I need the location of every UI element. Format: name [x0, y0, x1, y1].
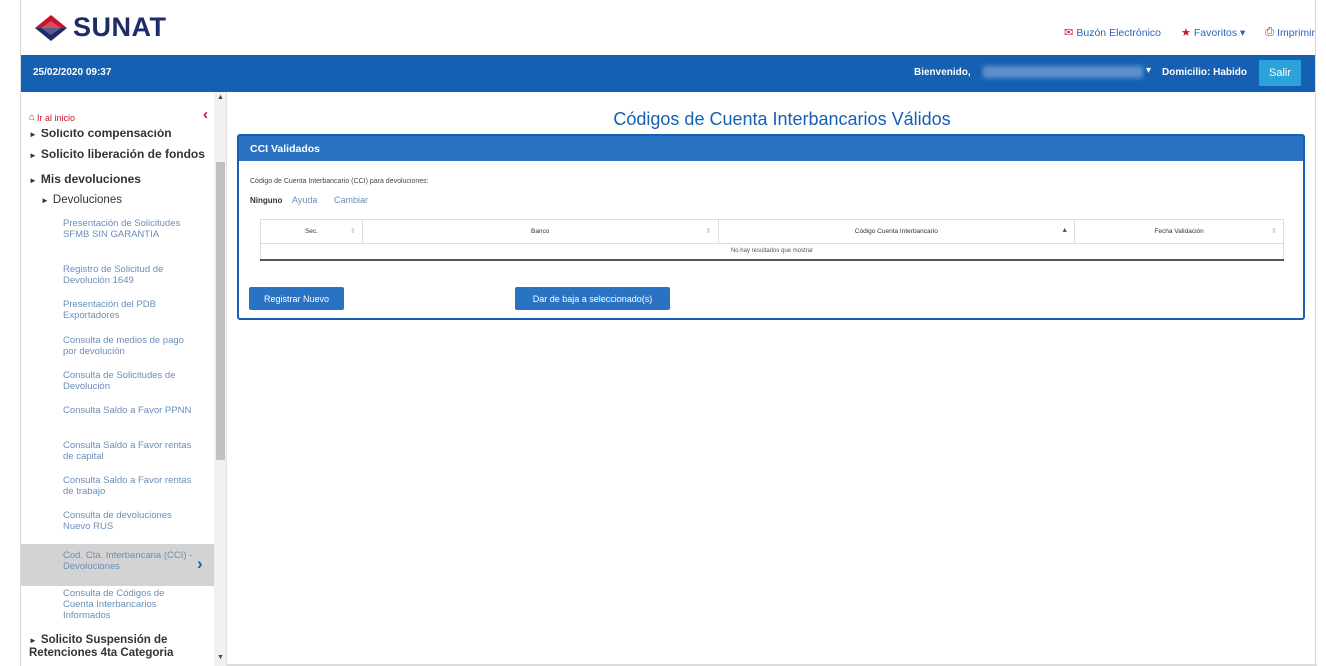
session-datetime: 25/02/2020 09:37	[33, 67, 112, 78]
sidebar-item-suspension-retenciones[interactable]: ► Solicito Suspensión de Retenciones 4ta …	[29, 634, 214, 660]
cci-panel: CCI Validados Código de Cuenta Interbanc…	[237, 134, 1305, 320]
chevron-right-icon: ›	[197, 554, 203, 573]
col-fecha[interactable]: Fecha Validación ⇕	[1074, 219, 1284, 244]
main-content: Códigos de Cuenta Interbancarios Válidos…	[227, 92, 1317, 666]
sidebar-item-label: Mis devoluciones	[40, 172, 141, 186]
sidebar-item-sfmb-sin-garantia[interactable]: Presentación de Solicitudes SFMB SIN GAR…	[63, 218, 193, 240]
sidebar-item-registro-1649[interactable]: Registro de Solicitud de Devolución 1649	[63, 264, 193, 286]
buzon-link[interactable]: ✉ Buzón Electrónico	[1064, 26, 1162, 40]
sidebar-item-consulta-solicitudes[interactable]: Consulta de Solicitudes de Devolución	[63, 370, 193, 392]
table-header-row: Sec. ⇕ Banco ⇕ Código Cuenta Interbancario…	[260, 219, 1284, 244]
home-link[interactable]: ⌂ Ir al inicio	[29, 112, 75, 123]
expand-arrow-icon: ►	[29, 636, 37, 645]
welcome-text: Bienvenido,	[914, 67, 971, 78]
sidebar-item-nuevo-rus[interactable]: Consulta de devoluciones Nuevo RUS	[63, 510, 193, 532]
sort-icon: ⇕	[1271, 228, 1277, 235]
panel-title: CCI Validados	[239, 136, 1303, 161]
collapse-sidebar-icon[interactable]: ‹	[203, 106, 208, 123]
buzon-label: Buzón Electrónico	[1076, 26, 1162, 39]
imprimir-link[interactable]: ⎙ Imprimir	[1265, 26, 1315, 39]
session-bar: 25/02/2020 09:37 Bienvenido, ▾ Domicilio…	[21, 55, 1315, 92]
expand-arrow-icon: ►	[29, 176, 37, 185]
sidebar-item-medios-pago[interactable]: Consulta de medios de pago por devolució…	[63, 335, 193, 357]
sidebar-item-label: Solicito liberación de fondos	[40, 147, 205, 161]
cci-subtitle: Código de Cuenta Interbancario (CCI) par…	[250, 178, 429, 185]
expand-arrow-icon: ►	[29, 130, 37, 139]
registrar-nuevo-button[interactable]: Registrar Nuevo	[249, 287, 344, 310]
page-title: Códigos de Cuenta Interbancarios Válidos	[613, 109, 951, 129]
empty-table-message: No hay resultados que mostrar	[260, 243, 1284, 261]
sidebar-item-saldo-ppnn[interactable]: Consulta Saldo a Favor PPNN	[63, 405, 193, 416]
sidebar-item-label: Cod. Cta. Interbancaria (CCI) - Devoluci…	[63, 550, 193, 572]
sunat-logo-icon	[35, 14, 67, 41]
col-sec[interactable]: Sec. ⇕	[260, 219, 363, 244]
logout-button[interactable]: Salir	[1259, 60, 1301, 86]
sunat-logo[interactable]: SUNAT	[33, 12, 167, 43]
scroll-down-icon[interactable]: ▼	[217, 654, 224, 661]
cci-table: Sec. ⇕ Banco ⇕ Código Cuenta Interbancario…	[260, 219, 1284, 261]
sidebar-item-label: Devoluciones	[52, 194, 122, 206]
dar-de-baja-button[interactable]: Dar de baja a seleccionado(s)	[515, 287, 670, 310]
cambiar-link[interactable]: Cambiar	[334, 195, 368, 205]
sidebar-item-saldo-capital[interactable]: Consulta Saldo a Favor rentas de capital	[63, 440, 193, 462]
scroll-up-icon[interactable]: ▲	[217, 94, 224, 101]
sidebar-item-label: Solicito compensación	[40, 126, 172, 140]
ayuda-link[interactable]: Ayuda	[292, 195, 317, 205]
top-header: SUNAT ✉ Buzón Electrónico ★ Favoritos ▾ …	[21, 0, 1315, 55]
sidebar-item-pdb-exportadores[interactable]: Presentación del PDB Exportadores	[63, 299, 193, 321]
imprimir-label: Imprimir	[1277, 26, 1315, 39]
favoritos-link[interactable]: ★ Favoritos ▾	[1181, 26, 1246, 40]
col-label: Código Cuenta Interbancario	[854, 228, 938, 235]
user-menu-caret-icon[interactable]: ▾	[1146, 65, 1151, 76]
sidebar-item-saldo-trabajo[interactable]: Consulta Saldo a Favor rentas de trabajo	[63, 475, 193, 497]
sort-icon: ⇕	[350, 228, 356, 235]
sidebar-item-mis-devoluciones[interactable]: ► Mis devoluciones	[29, 172, 141, 186]
home-icon: ⌂	[29, 112, 36, 123]
col-cci[interactable]: Código Cuenta Interbancario ▲	[717, 219, 1076, 244]
expand-arrow-icon: ►	[41, 196, 49, 205]
sidebar-item-label: Solicito Suspensión de Retenciones 4ta C…	[29, 634, 174, 659]
printer-icon: ⎙	[1265, 26, 1275, 38]
domicilio-status: Domicilio: Habido	[1162, 67, 1247, 78]
sidebar-item-solicito-compensacion[interactable]: ► Solicito compensación	[29, 126, 172, 140]
logo-text: SUNAT	[73, 12, 167, 42]
home-label: Ir al inicio	[37, 112, 76, 123]
col-label: Sec.	[304, 228, 318, 235]
expand-arrow-icon: ►	[29, 151, 37, 160]
sidebar-item-cci-devoluciones[interactable]: Cod. Cta. Interbancaria (CCI) - Devoluci…	[21, 544, 214, 586]
sidebar-scrollbar-thumb[interactable]	[216, 162, 225, 460]
favoritos-label: Favoritos ▾	[1193, 26, 1246, 39]
sort-icon: ⇕	[705, 228, 712, 235]
envelope-icon: ✉	[1064, 27, 1074, 39]
sidebar: ⌂ Ir al inicio ‹ ► Solicito compensación …	[21, 92, 227, 666]
star-icon: ★	[1181, 27, 1191, 39]
col-label: Fecha Validación	[1154, 228, 1204, 235]
col-banco[interactable]: Banco ⇕	[361, 219, 719, 244]
sidebar-item-liberacion-fondos[interactable]: ► Solicito liberación de fondos	[29, 147, 205, 161]
sidebar-item-consulta-cci-informados[interactable]: Consulta de Códigos de Cuenta Interbanca…	[63, 588, 193, 621]
sort-asc-icon: ▲	[1061, 227, 1069, 234]
app-window: SUNAT ✉ Buzón Electrónico ★ Favoritos ▾ …	[20, 0, 1317, 666]
redacted-username	[983, 66, 1143, 78]
sidebar-item-devoluciones[interactable]: ► Devoluciones	[41, 194, 122, 206]
col-label: Banco	[530, 228, 550, 235]
table-row: No hay resultados que mostrar	[260, 243, 1284, 261]
top-links: ✉ Buzón Electrónico ★ Favoritos ▾ ⎙ Impr…	[1044, 26, 1315, 39]
current-cci-value: Ninguno	[250, 196, 283, 205]
